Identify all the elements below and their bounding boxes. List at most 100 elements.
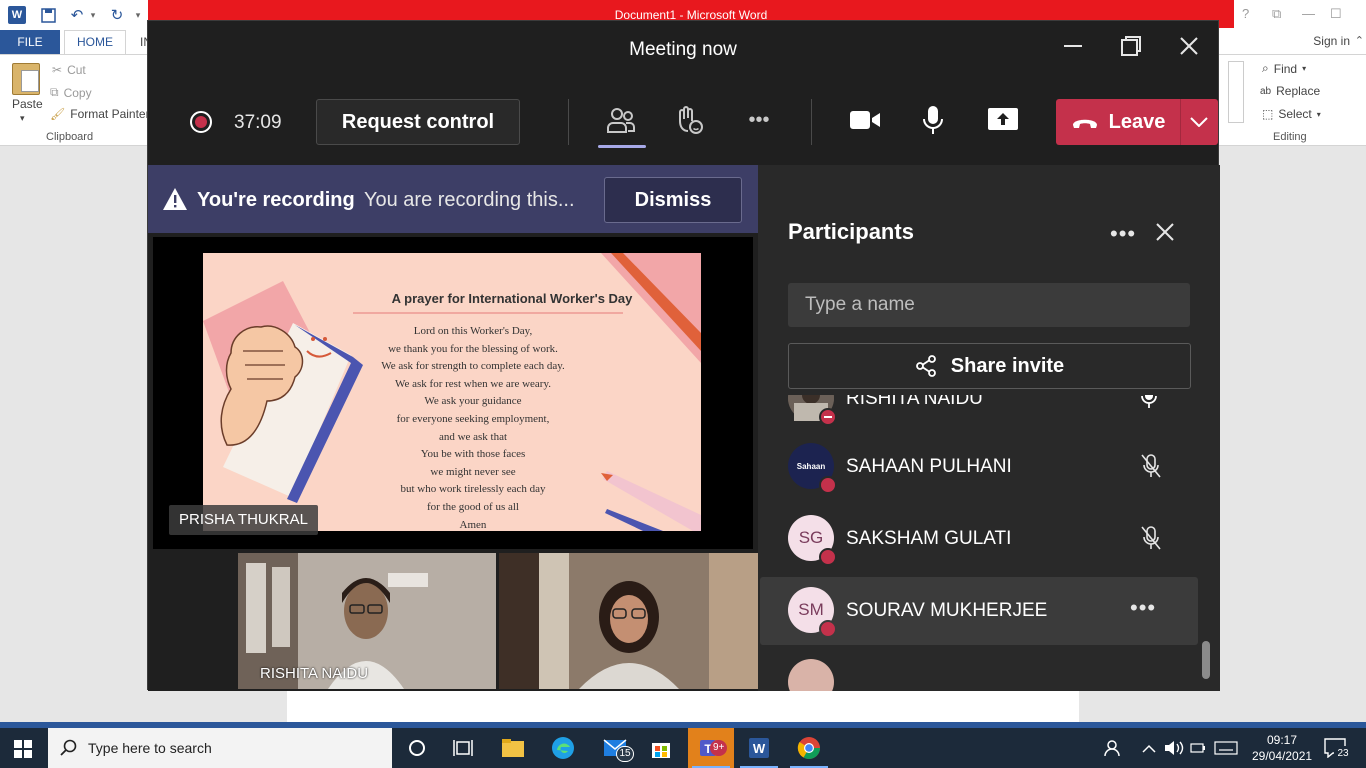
participants-title: Participants bbox=[788, 219, 914, 244]
taskbar-clock[interactable]: 09:17 29/04/2021 bbox=[1252, 732, 1312, 764]
clipboard-group-label: Clipboard bbox=[46, 131, 94, 143]
tab-file[interactable]: FILE bbox=[0, 30, 60, 54]
teams-minimize-icon[interactable] bbox=[1062, 35, 1084, 64]
request-control-button[interactable]: Request control bbox=[316, 99, 520, 145]
raise-hand-icon[interactable] bbox=[672, 103, 706, 137]
poem-line: we thank you for the blessing of work. bbox=[388, 342, 558, 355]
undo-icon[interactable]: ↶ bbox=[66, 4, 88, 26]
clock-date: 29/04/2021 bbox=[1252, 749, 1313, 763]
participant-row[interactable]: SG SAKSHAM GULATI bbox=[760, 505, 1198, 573]
scissors-icon: ✂ bbox=[52, 63, 63, 77]
status-badge bbox=[819, 620, 837, 638]
video-tile[interactable] bbox=[499, 553, 758, 689]
redo-icon[interactable]: ↻ bbox=[106, 4, 128, 26]
copy-icon: ⧉ bbox=[50, 85, 59, 99]
people-icon[interactable] bbox=[1104, 728, 1122, 768]
poem-line: for the good of us all bbox=[427, 500, 519, 513]
help-icon[interactable]: ? bbox=[1242, 6, 1249, 21]
participants-more-button[interactable]: ••• bbox=[1110, 221, 1136, 247]
participants-active-indicator bbox=[598, 145, 646, 148]
edge-browser-icon[interactable] bbox=[540, 728, 586, 768]
tab-home[interactable]: HOME bbox=[64, 30, 126, 54]
participant-name: SAKSHAM GULATI bbox=[846, 528, 1012, 549]
leave-button[interactable]: Leave bbox=[1056, 99, 1218, 145]
ribbon-collapse-icon[interactable]: ⌃ bbox=[1355, 34, 1364, 47]
ribbon-display-icon[interactable]: ⧉ bbox=[1272, 6, 1281, 22]
participant-row[interactable]: SM SOURAV MUKHERJEE ••• bbox=[760, 577, 1198, 645]
participants-close-icon[interactable] bbox=[1156, 223, 1174, 246]
participant-row[interactable]: RISHITA NAIDU bbox=[760, 395, 1198, 433]
share-invite-label: Share invite bbox=[950, 354, 1065, 377]
status-badge bbox=[819, 408, 837, 426]
teams-close-icon[interactable] bbox=[1178, 35, 1200, 64]
taskbar-search-box[interactable]: Type here to search bbox=[48, 728, 392, 768]
word-minimize-icon[interactable]: — bbox=[1302, 6, 1315, 21]
microphone-icon[interactable] bbox=[916, 103, 950, 137]
windows-start-icon[interactable] bbox=[14, 740, 32, 763]
taskbar-search-placeholder: Type here to search bbox=[88, 740, 212, 756]
styles-scroll[interactable] bbox=[1228, 61, 1244, 123]
poem-line: and we ask that bbox=[438, 430, 508, 443]
undo-dropdown-icon[interactable]: ▾ bbox=[88, 4, 98, 26]
warning-icon bbox=[162, 187, 188, 216]
format-painter-button[interactable]: 🖌 Format Painter bbox=[50, 107, 150, 121]
leave-divider bbox=[1180, 99, 1181, 145]
word-taskbar-icon[interactable]: W bbox=[736, 728, 782, 768]
task-view-icon[interactable] bbox=[440, 728, 486, 768]
customize-qat-icon[interactable]: ▾ bbox=[132, 4, 144, 26]
dismiss-button[interactable]: Dismiss bbox=[604, 177, 742, 223]
chrome-icon[interactable] bbox=[786, 728, 832, 768]
show-participants-icon[interactable] bbox=[604, 103, 638, 137]
leave-main[interactable]: Leave bbox=[1056, 99, 1180, 145]
slide-title: A prayer for International Worker's Day bbox=[391, 291, 633, 306]
teams-meeting-window: Meeting now 37:09 Request control ••• Le… bbox=[147, 20, 1220, 691]
find-label: Find bbox=[1273, 61, 1298, 76]
word-maximize-icon[interactable]: ☐ bbox=[1330, 6, 1342, 22]
search-icon bbox=[60, 739, 77, 756]
leave-options-chevron-icon[interactable] bbox=[1184, 109, 1214, 135]
find-button[interactable]: ⌕ Find ▾ bbox=[1262, 61, 1306, 76]
teams-badge: 9+ bbox=[710, 740, 728, 756]
select-dropdown-icon: ▾ bbox=[1316, 109, 1321, 119]
more-actions-button[interactable]: ••• bbox=[742, 103, 776, 137]
battery-icon[interactable] bbox=[1190, 728, 1206, 768]
cut-button[interactable]: ✂ Cut bbox=[52, 63, 86, 77]
video-feed-image bbox=[499, 553, 758, 689]
cut-label: Cut bbox=[67, 63, 86, 77]
teams-taskbar-icon[interactable]: T 9+ bbox=[688, 728, 734, 768]
svg-text:W: W bbox=[753, 741, 766, 756]
file-explorer-icon[interactable] bbox=[490, 728, 536, 768]
mail-icon[interactable]: 15 bbox=[592, 728, 638, 768]
participant-list-scrollbar[interactable] bbox=[1202, 641, 1210, 679]
sign-in-link[interactable]: Sign in bbox=[1313, 34, 1350, 48]
share-invite-button[interactable]: Share invite bbox=[788, 343, 1191, 389]
participant-list: RISHITA NAIDU Sahaan SAHAAN PULHANI SG S… bbox=[758, 395, 1220, 691]
paste-icon[interactable] bbox=[12, 63, 40, 95]
find-dropdown-icon: ▾ bbox=[1302, 64, 1307, 73]
paste-dropdown-icon[interactable]: ▾ bbox=[20, 113, 25, 124]
save-icon[interactable] bbox=[38, 4, 58, 26]
poem-line: You be with those faces bbox=[420, 448, 526, 461]
store-icon[interactable] bbox=[638, 728, 684, 768]
select-button[interactable]: ⬚ Select ▾ bbox=[1262, 107, 1321, 121]
cortana-icon[interactable] bbox=[394, 728, 440, 768]
camera-icon[interactable] bbox=[848, 103, 882, 137]
paste-button[interactable]: Paste bbox=[12, 97, 43, 111]
teams-maximize-icon[interactable] bbox=[1120, 35, 1142, 64]
copy-button[interactable]: ⧉ Copy bbox=[50, 85, 92, 100]
participant-row[interactable]: Sahaan SAHAAN PULHANI bbox=[760, 433, 1198, 501]
replace-label: Replace bbox=[1276, 84, 1321, 98]
volume-icon[interactable] bbox=[1164, 728, 1184, 768]
video-tile[interactable]: RISHITA NAIDU bbox=[238, 553, 496, 689]
slide-poem: Lord on this Worker's Day, we thank you … bbox=[343, 323, 603, 531]
participant-more-button[interactable]: ••• bbox=[1130, 595, 1156, 621]
keyboard-icon[interactable] bbox=[1214, 728, 1238, 768]
notification-center-icon[interactable]: 23 bbox=[1320, 734, 1352, 762]
tray-chevron-up-icon[interactable] bbox=[1142, 728, 1156, 768]
replace-button[interactable]: ab Replace bbox=[1260, 84, 1320, 98]
participant-search-input[interactable] bbox=[788, 283, 1190, 327]
poem-line: but who work tirelessly each day bbox=[400, 483, 546, 496]
participant-row[interactable] bbox=[760, 649, 1198, 691]
share-screen-icon[interactable] bbox=[986, 103, 1020, 137]
recording-banner-message: You are recording this... bbox=[364, 189, 575, 211]
